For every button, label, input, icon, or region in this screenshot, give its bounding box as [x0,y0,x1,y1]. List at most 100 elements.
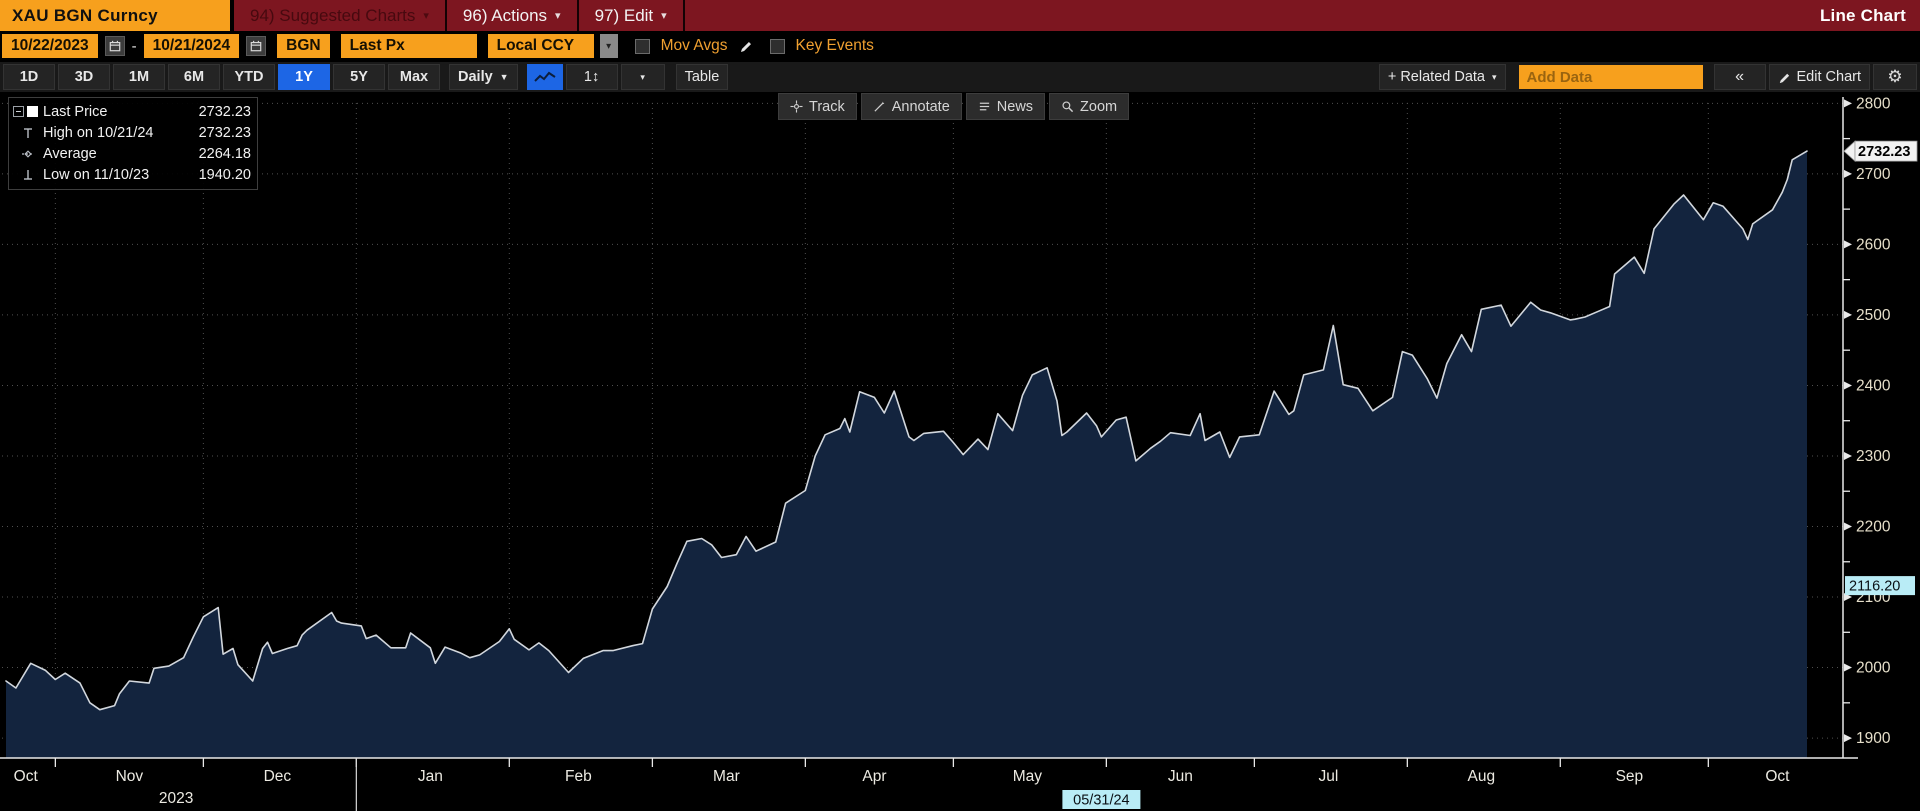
menu-edit-label: 97) Edit [595,6,654,26]
settings-gear-button[interactable]: ⚙ [1873,64,1917,90]
price-chart[interactable]: 1900200021002200230024002500260027002800… [0,92,1920,811]
news-icon [978,100,991,113]
svg-text:Oct: Oct [14,768,39,785]
collapse-panel-button[interactable]: « [1714,64,1766,90]
menu-edit[interactable]: 97) Edit ▾ [579,0,685,31]
add-data-input[interactable] [1519,65,1703,89]
title-menu-bar: XAU BGN Curncy 94) Suggested Charts ▾ 96… [0,0,1920,31]
svg-text:05/31/24: 05/31/24 [1073,793,1129,809]
menu-actions-label: 96) Actions [463,6,547,26]
line-chart-icon [534,70,556,84]
key-events-label[interactable]: Key Events [796,37,874,55]
edit-chart-button[interactable]: Edit Chart [1769,64,1870,90]
svg-text:2023: 2023 [159,790,193,807]
legend-label: Average [43,146,195,162]
mov-avgs-label[interactable]: Mov Avgs [661,37,728,55]
track-label: Track [809,99,845,115]
field-selector[interactable]: Last Px [341,34,477,58]
date-from-field[interactable]: 10/22/2023 [2,34,98,58]
svg-text:May: May [1013,768,1043,785]
related-data-label: + Related Data [1388,69,1485,85]
chevron-down-icon: ▾ [640,72,645,83]
svg-text:Dec: Dec [264,768,292,785]
table-button[interactable]: Table [676,64,729,90]
range-1y[interactable]: 1Y [278,64,330,90]
date-to-field[interactable]: 10/21/2024 [144,34,240,58]
legend-label: Last Price [43,104,195,120]
news-button[interactable]: News [966,93,1045,120]
chevron-down-icon: ▾ [661,9,667,22]
legend-value: 2732.23 [195,125,251,141]
legend-label: Low on 11/10/23 [43,167,195,183]
annotate-icon [873,100,886,113]
magnifier-icon [1061,100,1074,113]
range-max[interactable]: Max [388,64,440,90]
chevron-down-icon: ▾ [1492,72,1497,83]
compare-button[interactable]: 1↕ [566,64,618,90]
range-5y[interactable]: 5Y [333,64,385,90]
menu-suggested-charts[interactable]: 94) Suggested Charts ▾ [234,0,447,31]
legend-row-average[interactable]: Average 2264.18 [13,143,251,164]
currency-selector[interactable]: Local CCY [488,34,594,58]
key-events-checkbox[interactable] [770,39,785,54]
chart-region: 1900200021002200230024002500260027002800… [0,92,1920,811]
legend-row-last-price[interactable]: Last Price 2732.23 [13,101,251,122]
svg-text:Jul: Jul [1318,768,1338,785]
currency-dropdown-button[interactable]: ▾ [600,34,618,58]
track-button[interactable]: Track [778,93,857,120]
period-label: Daily [458,69,493,85]
range-1m[interactable]: 1M [113,64,165,90]
high-marker-icon [21,126,35,140]
related-data-button[interactable]: + Related Data ▾ [1379,64,1506,90]
menu-suggested-charts-label: 94) Suggested Charts [250,6,415,26]
pencil-icon[interactable] [739,39,753,53]
chart-tools: Track Annotate News Zoom [778,93,1129,120]
range-1d[interactable]: 1D [3,64,55,90]
svg-text:2400: 2400 [1856,377,1891,394]
range-3d[interactable]: 3D [58,64,110,90]
date-range-separator: - [130,38,139,55]
zoom-button[interactable]: Zoom [1049,93,1129,120]
range-ytd[interactable]: YTD [223,64,275,90]
chart-style-button[interactable] [527,64,563,90]
edit-chart-label: Edit Chart [1797,69,1861,85]
legend-label: High on 10/21/24 [43,125,195,141]
gear-icon: ⚙ [1887,67,1902,87]
chart-settings-bar: 10/22/2023 - 10/21/2024 BGN Last Px Loca… [0,31,1920,61]
svg-text:2800: 2800 [1856,95,1891,112]
svg-text:Feb: Feb [565,768,592,785]
legend-row-low[interactable]: Low on 11/10/23 1940.20 [13,164,251,185]
legend-row-high[interactable]: High on 10/21/24 2732.23 [13,122,251,143]
pencil-icon [1778,71,1791,84]
calendar-icon[interactable] [246,36,266,56]
svg-text:Sep: Sep [1616,768,1644,785]
calendar-icon[interactable] [105,36,125,56]
svg-text:Jun: Jun [1168,768,1193,785]
period-selector[interactable]: Daily ▼ [449,64,518,90]
low-marker-icon [21,168,35,182]
average-marker-icon [21,147,35,161]
news-label: News [997,99,1033,115]
legend-value: 1940.20 [195,167,251,183]
series-swatch-icon [27,106,38,117]
svg-text:Jan: Jan [418,768,443,785]
annotate-button[interactable]: Annotate [861,93,962,120]
legend-value: 2732.23 [195,104,251,120]
annotate-label: Annotate [892,99,950,115]
chart-options-caret[interactable]: ▾ [621,64,665,90]
ticker-box[interactable]: XAU BGN Curncy [0,0,230,31]
svg-text:2732.23: 2732.23 [1858,144,1910,160]
menu-bar-spacer [685,0,1806,31]
mov-avgs-checkbox[interactable] [635,39,650,54]
legend-expander-icon[interactable] [13,106,24,117]
price-source-field[interactable]: BGN [277,34,329,58]
svg-text:2200: 2200 [1856,519,1891,536]
svg-text:2000: 2000 [1856,660,1891,677]
menu-actions[interactable]: 96) Actions ▾ [447,0,579,31]
svg-text:2500: 2500 [1856,307,1891,324]
track-crosshair-icon [790,100,803,113]
chart-legend: Last Price 2732.23 High on 10/21/24 2732… [8,97,258,190]
range-6m[interactable]: 6M [168,64,220,90]
svg-text:Apr: Apr [862,768,886,785]
svg-text:Aug: Aug [1468,768,1496,785]
